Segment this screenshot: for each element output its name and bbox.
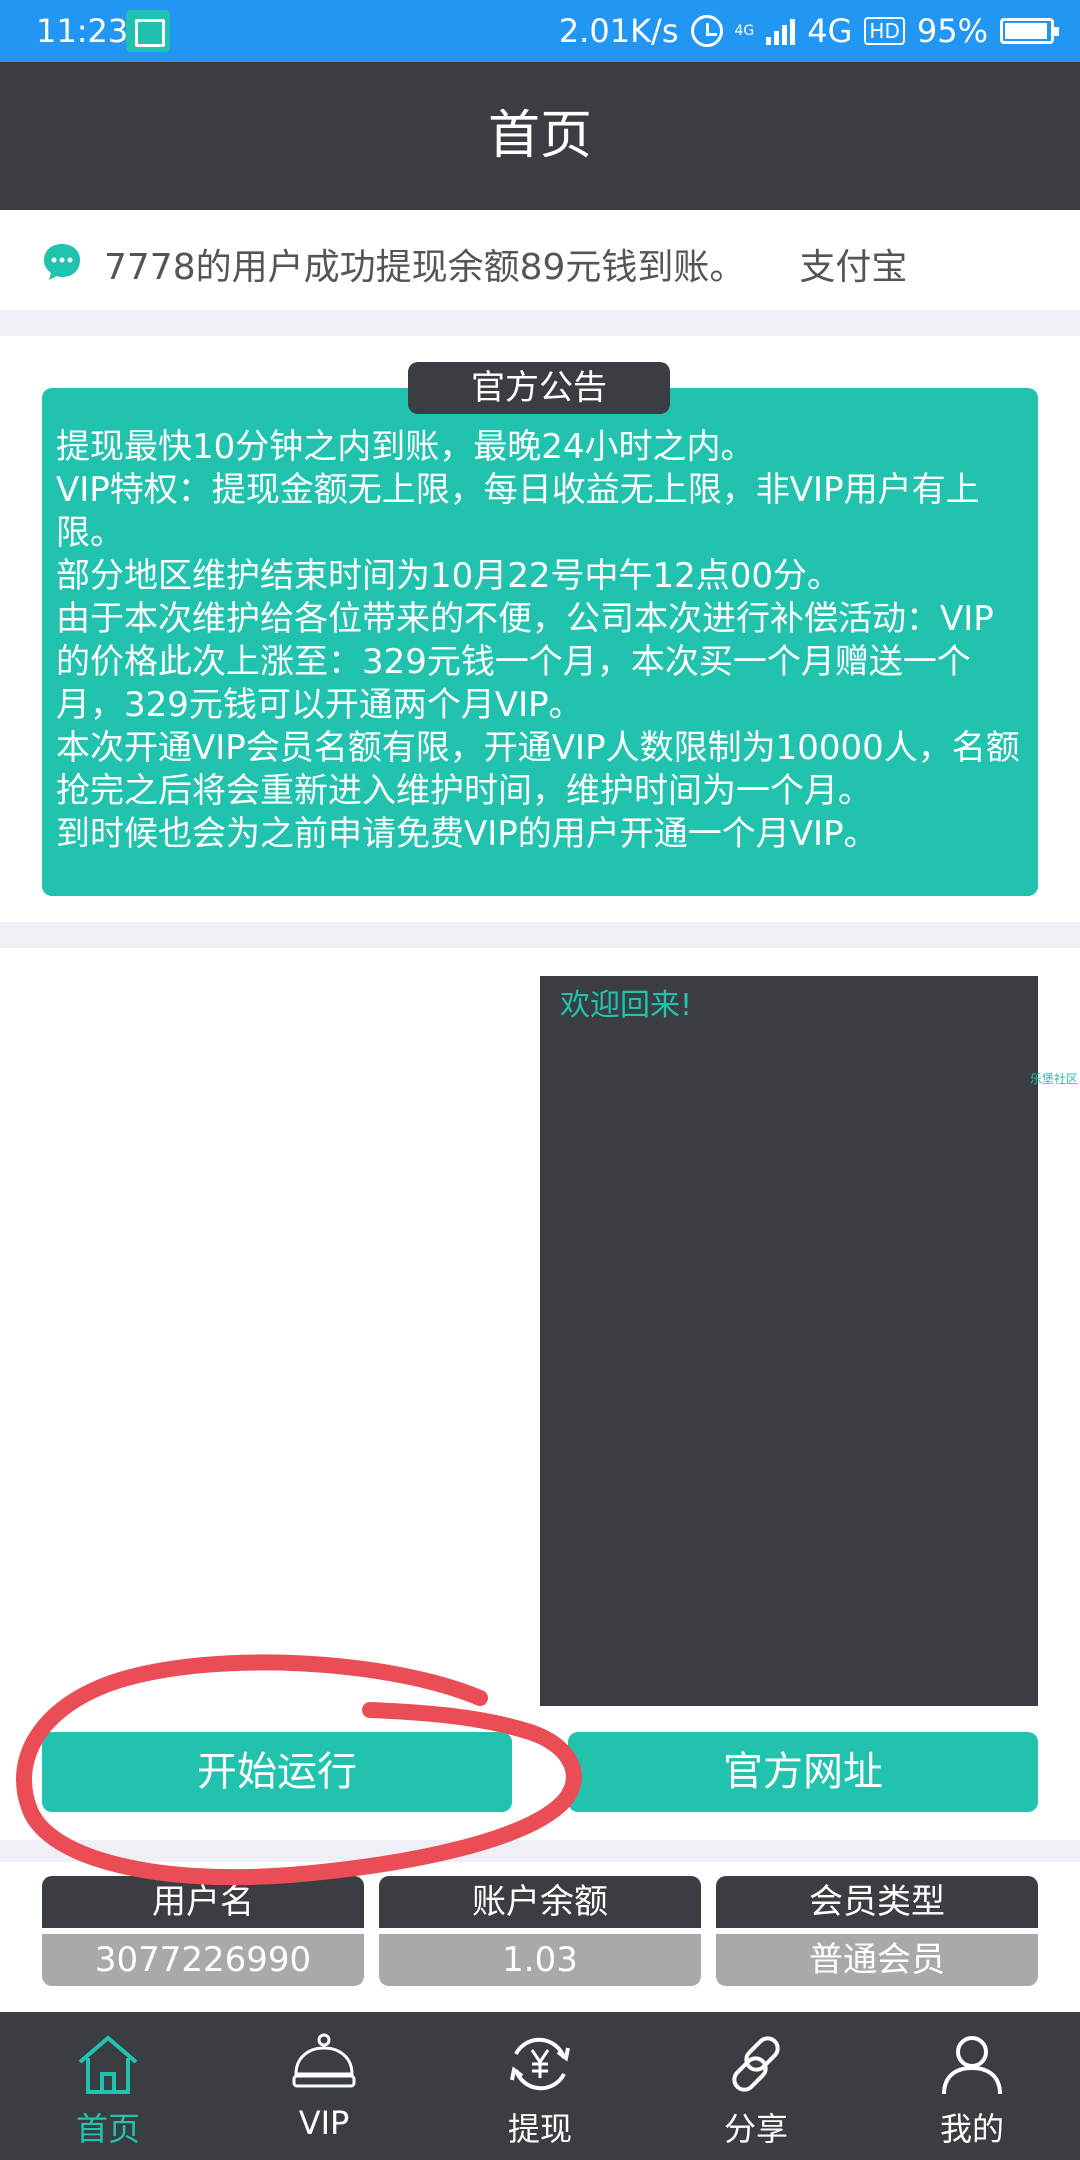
marquee-text: 7778的用户成功提现余额89元钱到账。 支付宝	[104, 247, 908, 288]
member-card: 会员类型 普通会员	[716, 1876, 1038, 1986]
user-icon	[942, 2036, 1002, 2095]
console-panel: 欢迎回来!	[540, 976, 1038, 1706]
page-title: 首页	[487, 106, 592, 166]
battery-percent: 95%	[916, 12, 988, 50]
status-bar: 11:23 2.01K/s 4G 4G HD 95%	[0, 0, 1080, 62]
notice-line: 提现最快10分钟之内到账，最晚24小时之内。	[56, 427, 755, 467]
network-speed: 2.01K/s	[558, 12, 679, 50]
username-card: 用户名 3077226990	[42, 1876, 364, 1986]
link-icon	[732, 2036, 780, 2092]
notice-line: 部分地区维护结束时间为10月22号中午12点00分。	[56, 556, 842, 596]
hd-badge: HD	[864, 17, 905, 45]
notice-line: 由于本次维护给各位带来的不便，公司本次进行补偿活动：VIP的价格此次上涨至：32…	[56, 599, 994, 725]
status-time: 11:23	[36, 12, 129, 50]
official-site-button[interactable]: 官方网址	[568, 1732, 1038, 1812]
balance-value: 1.03	[379, 1934, 701, 1986]
marquee-bar: 7778的用户成功提现余额89元钱到账。 支付宝	[0, 210, 1080, 310]
tab-share[interactable]: 分享	[648, 2012, 864, 2160]
tab-vip-label: VIP	[298, 2104, 350, 2142]
app-header: 首页	[0, 62, 1080, 210]
notice-title: 官方公告	[408, 362, 670, 414]
tab-mine-label: 我的	[939, 2110, 1004, 2148]
signal-icon	[766, 17, 796, 45]
notice-line: 本次开通VIP会员名额有限，开通VIP人数限制为10000人，名额抢完之后将会重…	[56, 728, 1020, 811]
notice-box: 提现最快10分钟之内到账，最晚24小时之内。 VIP特权：提现金额无上限，每日收…	[42, 388, 1038, 896]
notice-line: VIP特权：提现金额无上限，每日收益无上限，非VIP用户有上限。	[56, 470, 980, 553]
crown-icon	[292, 2033, 356, 2088]
start-button[interactable]: 开始运行	[42, 1732, 512, 1812]
notice-section: 官方公告 提现最快10分钟之内到账，最晚24小时之内。 VIP特权：提现金额无上…	[0, 336, 1080, 922]
username-label: 用户名	[42, 1876, 364, 1928]
notice-line: 到时候也会为之前申请免费VIP的用户开通一个月VIP。	[56, 814, 878, 854]
member-value: 普通会员	[716, 1934, 1038, 1986]
member-label: 会员类型	[716, 1876, 1038, 1928]
alarm-icon	[690, 15, 723, 47]
screenshot-icon	[126, 10, 170, 52]
tab-mine[interactable]: 我的	[864, 2012, 1080, 2160]
network-type: 4G	[807, 12, 853, 50]
small-4g-label: 4G	[734, 23, 755, 39]
tab-withdraw-label: 提现	[507, 2110, 572, 2148]
tab-home[interactable]: 首页	[0, 2012, 216, 2160]
main-section: 欢迎回来! 乐堡社区 开始运行 官方网址	[0, 948, 1080, 1840]
chat-bubble-icon	[44, 244, 80, 280]
welcome-text: 欢迎回来!	[560, 988, 693, 1023]
tab-withdraw[interactable]: 提现	[432, 2012, 648, 2160]
username-value: 3077226990	[42, 1934, 364, 1986]
yen-exchange-icon	[510, 2037, 570, 2091]
tab-share-label: 分享	[723, 2110, 788, 2148]
balance-label: 账户余额	[379, 1876, 701, 1928]
battery-icon	[1000, 18, 1059, 44]
balance-card: 账户余额 1.03	[379, 1876, 701, 1986]
home-icon	[78, 2035, 138, 2094]
bottom-tab-bar: 首页 VIP 提现 分享 我的	[0, 2012, 1080, 2160]
account-info: 用户名 3077226990 账户余额 1.03 会员类型 普通会员	[0, 1862, 1080, 2012]
tab-home-label: 首页	[75, 2110, 140, 2148]
side-tag: 乐堡社区	[1030, 1072, 1079, 1086]
status-right: 2.01K/s 4G 4G HD 95%	[558, 12, 1059, 50]
tab-vip[interactable]: VIP	[216, 2012, 432, 2160]
